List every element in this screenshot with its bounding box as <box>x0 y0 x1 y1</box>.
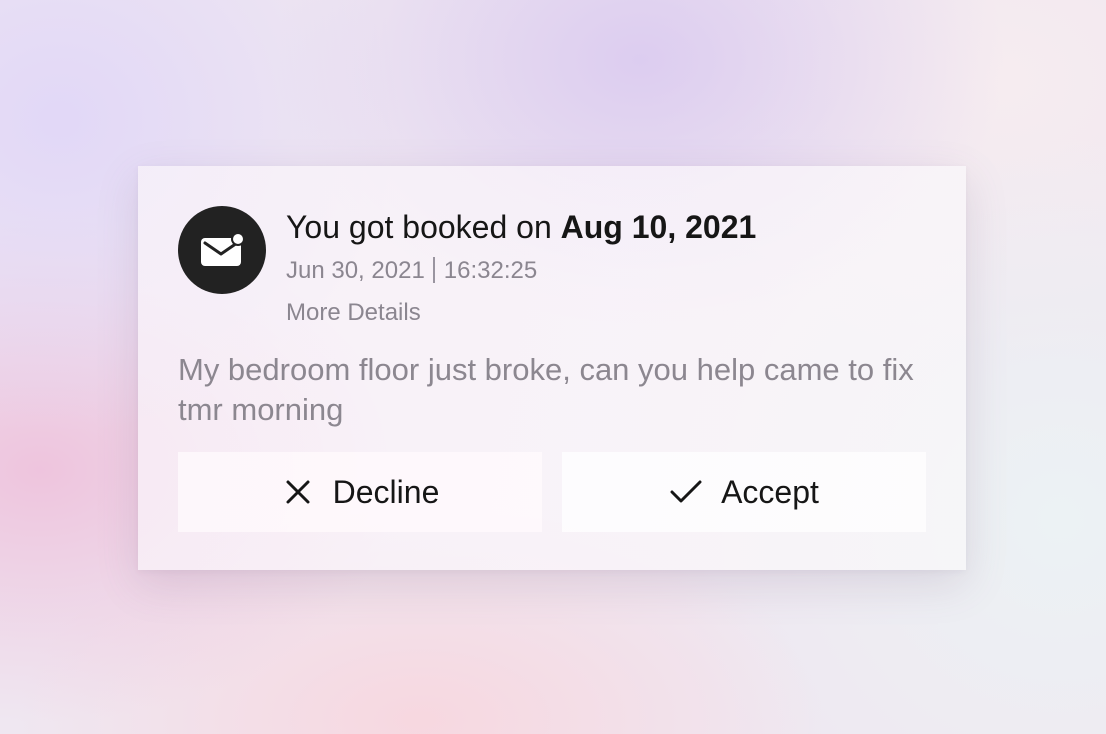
notification-timestamp: Jun 30, 2021 16:32:25 <box>286 256 756 286</box>
notification-message: My bedroom floor just broke, can you hel… <box>178 352 914 427</box>
title-prefix: You got booked on <box>286 209 552 245</box>
decline-button[interactable]: Decline <box>178 452 542 532</box>
timestamp-divider <box>432 257 435 283</box>
timestamp-date: Jun 30, 2021 <box>286 257 425 284</box>
notification-actions: Decline Accept <box>178 452 926 532</box>
notification-title: You got booked on Aug 10, 2021 <box>286 207 756 247</box>
accept-button[interactable]: Accept <box>562 452 926 532</box>
booking-notification-card: You got booked on Aug 10, 2021 Jun 30, 2… <box>138 166 966 570</box>
checkmark-icon <box>669 475 703 509</box>
booking-date: Aug 10, 2021 <box>560 209 757 245</box>
decline-label: Decline <box>332 474 440 510</box>
notification-avatar <box>178 206 266 294</box>
close-icon <box>281 475 315 509</box>
more-details-link[interactable]: More Details <box>286 298 421 328</box>
mail-notification-icon <box>200 232 244 268</box>
timestamp-time: 16:32:25 <box>443 257 538 284</box>
accept-label: Accept <box>721 474 819 510</box>
notification-header: You got booked on Aug 10, 2021 Jun 30, 2… <box>178 206 926 328</box>
notification-info: You got booked on Aug 10, 2021 Jun 30, 2… <box>286 206 756 328</box>
